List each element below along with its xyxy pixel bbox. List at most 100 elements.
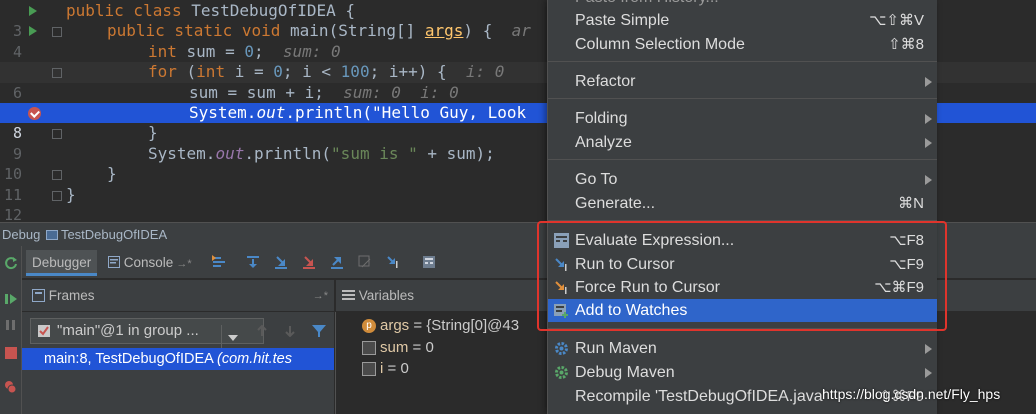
menu-item-go-to[interactable]: Go To xyxy=(548,168,937,191)
variable-name: sum xyxy=(380,339,409,356)
submenu-arrow-icon xyxy=(925,114,932,124)
watermark-text: https://blog.csdn.net/Fly_hps xyxy=(822,386,1001,402)
menu-item-label: Generate... xyxy=(575,195,656,212)
view-breakpoints-icon[interactable] xyxy=(4,380,18,394)
code-text: main(String[] xyxy=(290,21,425,41)
thread-dropdown[interactable]: "main"@1 in group ... xyxy=(30,318,264,351)
menu-item-debug-maven[interactable]: Debug Maven xyxy=(548,361,937,384)
primitive-variable-icon xyxy=(362,341,376,355)
submenu-arrow-icon xyxy=(925,344,932,354)
rerun-icon[interactable] xyxy=(4,256,18,270)
thread-label: "main"@1 in group ... xyxy=(57,322,199,339)
gear-icon xyxy=(555,366,568,379)
menu-item-label: Debug Maven xyxy=(575,364,675,381)
code-text: 0 xyxy=(273,62,283,82)
console-icon xyxy=(108,256,120,268)
inline-debug-hint: ar xyxy=(511,21,531,41)
run-gutter-icon[interactable] xyxy=(29,6,37,16)
editor-context-menu: Paste from History... Paste Simple ⌥⇧⌘V C… xyxy=(547,0,937,414)
filter-icon[interactable] xyxy=(312,324,326,338)
code-text: ; i++) { xyxy=(369,62,466,82)
frame-label: main:8, TestDebugOfIDEA xyxy=(44,351,218,367)
menu-separator xyxy=(548,61,937,62)
tab-debugger[interactable]: Debugger xyxy=(26,250,98,276)
menu-item-label: Paste from History... xyxy=(575,0,719,9)
resume-icon[interactable] xyxy=(4,292,18,306)
menu-item-label: Recompile 'TestDebugOfIDEA.java' xyxy=(575,388,826,405)
menu-item-shortcut: ⇧⌘8 xyxy=(888,36,924,53)
menu-item-shortcut: ⌥⇧⌘V xyxy=(869,12,924,29)
code-text: 100 xyxy=(340,62,370,82)
fold-marker-icon[interactable] xyxy=(52,189,62,201)
menu-item-label: Analyze xyxy=(575,134,632,151)
drop-frame-icon[interactable] xyxy=(358,255,372,269)
menu-item-column-selection-mode[interactable]: Column Selection Mode ⇧⌘8 xyxy=(548,33,937,56)
inline-debug-hint: sum: 0 i: 0 xyxy=(343,82,459,102)
stop-icon[interactable] xyxy=(4,346,18,360)
code-text: TestDebugOfIDEA { xyxy=(191,1,355,20)
menu-item-label: Column Selection Mode xyxy=(575,36,745,53)
code-text: ) { xyxy=(463,21,512,41)
variable-text: sum = 0 xyxy=(380,338,434,358)
breakpoint-icon[interactable] xyxy=(28,107,41,120)
tab-label: Debugger xyxy=(32,255,92,270)
menu-item-analyze[interactable]: Analyze xyxy=(548,131,937,154)
force-step-into-icon[interactable] xyxy=(302,255,316,269)
menu-item-folding[interactable]: Folding xyxy=(548,107,937,130)
variables-icon xyxy=(342,290,355,300)
variable-text: i = 0 xyxy=(380,359,409,379)
pause-icon[interactable] xyxy=(4,318,18,332)
variables-label: Variables xyxy=(358,288,415,303)
primitive-variable-icon xyxy=(362,362,376,376)
code-text: ; i < xyxy=(282,62,341,82)
code-text: } xyxy=(66,184,76,204)
menu-item-generate[interactable]: Generate... ⌘N xyxy=(548,192,937,215)
tab-console[interactable]: Console →* xyxy=(102,250,198,276)
menu-item-label: Refactor xyxy=(575,73,636,90)
code-text: .println( xyxy=(244,143,332,163)
code-text: + sum); xyxy=(417,143,495,163)
tab-label: Console xyxy=(123,255,174,270)
frames-label: Frames xyxy=(48,288,95,303)
variable-value: = 0 xyxy=(383,360,409,377)
fold-marker-icon[interactable] xyxy=(52,66,62,79)
stack-frame-row[interactable]: main:8, TestDebugOfIDEA (com.hit.tes xyxy=(22,348,334,370)
code-text: out xyxy=(215,143,245,163)
arrow-down-icon[interactable] xyxy=(284,325,296,337)
code-text: public static void xyxy=(107,21,291,41)
step-out-icon[interactable] xyxy=(330,255,344,269)
debug-side-toolbar xyxy=(0,246,22,414)
menu-item-paste-from-history[interactable]: Paste from History... xyxy=(548,0,937,9)
menu-item-label: Folding xyxy=(575,110,628,127)
variable-value: = {String[0]@43 xyxy=(409,317,520,334)
evaluate-expression-icon[interactable] xyxy=(422,255,436,269)
menu-item-label: Run Maven xyxy=(575,340,657,357)
submenu-arrow-icon xyxy=(925,138,932,148)
menu-separator xyxy=(548,159,937,160)
frames-pin-icon[interactable]: →* xyxy=(313,280,328,312)
code-text: .println( xyxy=(285,103,373,122)
menu-item-refactor[interactable]: Refactor xyxy=(548,70,937,93)
menu-separator xyxy=(548,98,937,99)
menu-item-run-maven[interactable]: Run Maven xyxy=(548,337,937,360)
fold-marker-icon[interactable] xyxy=(52,168,62,181)
code-text: sum = sum + i; xyxy=(189,82,344,102)
run-config-icon xyxy=(45,230,58,240)
step-into-icon[interactable] xyxy=(274,255,288,269)
frames-panel: "main"@1 in group ... main:8, TestDebugO… xyxy=(22,312,334,414)
fold-marker-icon[interactable] xyxy=(52,25,62,38)
code-text: } xyxy=(148,123,158,143)
show-execution-point-icon[interactable] xyxy=(212,255,226,269)
menu-item-paste-simple[interactable]: Paste Simple ⌥⇧⌘V xyxy=(548,9,937,32)
arrow-up-icon[interactable] xyxy=(256,325,268,337)
fold-marker-icon[interactable] xyxy=(52,127,62,140)
code-text: System. xyxy=(189,103,257,122)
submenu-arrow-icon xyxy=(925,175,932,185)
gear-icon xyxy=(555,342,568,355)
run-gutter-icon[interactable] xyxy=(29,26,37,37)
code-text: "sum is " xyxy=(331,143,418,163)
code-text: args xyxy=(424,21,464,41)
inline-debug-hint: i: 0 xyxy=(465,62,505,82)
step-over-icon[interactable] xyxy=(246,255,260,269)
run-to-cursor-icon[interactable] xyxy=(386,255,400,269)
